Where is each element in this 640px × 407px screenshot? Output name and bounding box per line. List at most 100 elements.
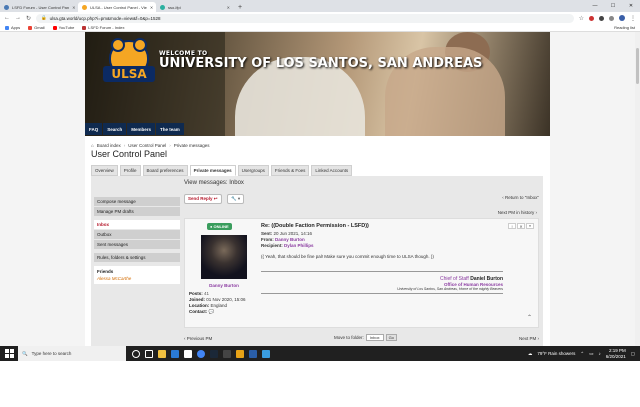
windows-icon [4,349,14,358]
maximize-icon[interactable]: ☐ [604,0,622,12]
sidebar-item-drafts[interactable]: Manage PM drafts [94,207,180,216]
app-icon[interactable] [249,349,257,358]
favicon-icon [160,4,165,10]
friends-label: Friends [97,269,114,274]
posts-count[interactable]: 41 [204,291,209,296]
page-title: User Control Panel [91,149,168,159]
nav-team[interactable]: The team [156,123,184,135]
network-icon[interactable]: ▭ [589,351,593,357]
post-body: Re: ((Double Faction Permission - LSFD))… [261,223,533,294]
bookmark-apps[interactable]: Apps [5,25,20,30]
send-reply-button[interactable]: Send Reply ↩ [184,194,222,204]
close-window-icon[interactable]: ✕ [622,0,640,12]
steam-icon[interactable] [210,349,218,358]
volume-icon[interactable]: ♪ [598,351,600,356]
previous-pm-link[interactable]: ‹ Previous PM [184,336,212,341]
close-tab-icon[interactable]: ✕ [72,5,75,10]
tab-profile[interactable]: Profile [119,165,141,176]
app-icon[interactable] [262,349,270,358]
contact-icon[interactable]: 💬 [209,309,215,314]
tab-private-messages[interactable]: Private messages [189,165,236,176]
next-pm-link[interactable]: Next PM › [519,336,539,341]
cortana-icon[interactable] [132,349,140,358]
from-link[interactable]: Danny Burton [275,237,305,242]
folder-select[interactable]: Inbox [365,334,384,341]
app-icon[interactable] [236,349,244,358]
bookmark-gmail[interactable]: Gmail [28,25,45,30]
notifications-icon[interactable]: ▢ [631,351,635,357]
breadcrumb-separator: › [123,143,126,148]
browser-tab-ulsa[interactable]: ULSA - User Control Panel - Vie ✕ [78,2,156,12]
back-icon[interactable]: ← [4,15,10,21]
tab-friends-foes[interactable]: Friends & Foes [270,165,310,176]
new-tab-button[interactable]: + [234,2,246,12]
taskbar-apps [126,349,270,358]
store-icon[interactable] [184,349,192,358]
extension-icon[interactable] [599,15,604,21]
taskbar-search-input[interactable]: 🔍 Type here to search [18,346,126,361]
top-navigation: FAQ Search Members The team [85,123,185,135]
go-button[interactable]: Go [385,334,397,341]
weather-icon[interactable]: ☁ [528,351,533,357]
tab-board-preferences[interactable]: Board preferences [142,165,188,176]
friend-link[interactable]: Alessa McCarthe [97,276,177,281]
chrome-icon[interactable] [197,349,205,358]
extension-icon[interactable] [589,15,594,21]
app-icon[interactable] [223,349,231,358]
tools-dropdown-button[interactable]: 🔧 ▾ [227,194,245,204]
return-to-inbox-link[interactable]: ‹ Return to "Inbox" [502,195,539,200]
reload-icon[interactable]: ↻ [26,15,31,22]
profile-avatar-icon[interactable] [619,15,625,21]
recipient-label: Recipient: [261,243,283,248]
browser-tab-lsfd[interactable]: LSFD Forum - User Control Pan ✕ [0,2,78,12]
search-placeholder: Type here to search [31,351,72,356]
sidebar-item-rules[interactable]: Rules, folders & settings [94,253,180,262]
close-tab-icon[interactable]: ✕ [227,5,230,10]
edge-icon[interactable] [171,349,179,358]
nav-search[interactable]: Search [103,123,127,135]
tab-overview[interactable]: Overview [91,165,118,176]
tab-linked-accounts[interactable]: Linked Accounts [311,165,353,176]
sidebar-item-inbox[interactable]: Inbox [94,220,180,229]
report-icon[interactable]: ! [508,223,516,229]
author-name[interactable]: Danny Burton [189,283,259,288]
clock[interactable]: 2:19 PM 6/20/2021 [606,348,626,360]
nav-faq[interactable]: FAQ [85,123,103,135]
sidebar-item-outbox[interactable]: Outbox [94,230,180,239]
forward-icon[interactable]: → [15,15,21,21]
nav-members[interactable]: Members [127,123,156,135]
avatar[interactable] [201,235,247,279]
university-name: UNIVERSITY OF LOS SANTOS, SAN ANDREAS [159,56,483,71]
sent-date: 20 Jun 2021, 14:16 [273,231,313,236]
browser-tab-sso[interactable]: sso-lfpi ✕ [156,2,234,12]
breadcrumb-pm[interactable]: Private messages [174,143,210,148]
ulsa-logo[interactable]: ULSA [103,38,155,90]
bookmark-star-icon[interactable]: ☆ [579,15,584,22]
breadcrumb-ucp[interactable]: User Control Panel [128,143,166,148]
menu-dots-icon[interactable]: ⋮ [630,15,636,22]
breadcrumb-board-index[interactable]: Board index [97,143,121,148]
file-explorer-icon[interactable] [158,349,166,358]
back-to-top-icon[interactable]: ⌃ [527,314,532,321]
weather-text[interactable]: 79°F Rain showers [537,351,575,356]
quote-icon[interactable]: ❝ [526,223,534,229]
task-view-icon[interactable] [145,349,153,358]
tab-usergroups[interactable]: Usergroups [237,165,269,176]
extensions-puzzle-icon[interactable] [609,15,614,21]
recipient-link[interactable]: Dylan Phillips [284,243,314,248]
scrollbar-thumb[interactable] [636,48,639,84]
reading-list-button[interactable]: Reading list [614,25,635,30]
next-pm-history-link[interactable]: Next PM in history › [498,210,537,215]
url-input[interactable]: 🔒 ulsa.gta.world/ucp.php?i=pm&mode=view&… [36,13,574,23]
bookmark-lsfd[interactable]: LSFD Forum - Index [82,25,125,30]
sidebar-item-compose[interactable]: Compose message [94,197,180,206]
start-button[interactable] [0,346,18,361]
delete-icon[interactable]: ✕ [517,223,525,229]
bookmark-youtube[interactable]: YouTube [52,25,74,30]
close-tab-icon[interactable]: ✕ [150,5,153,10]
minimize-icon[interactable]: — [586,0,604,12]
sidebar-item-sent[interactable]: Sent messages [94,240,180,249]
online-label: ONLINE [213,224,229,229]
tray-chevron-up-icon[interactable]: ⌃ [580,351,584,357]
location-value: England [210,303,228,308]
